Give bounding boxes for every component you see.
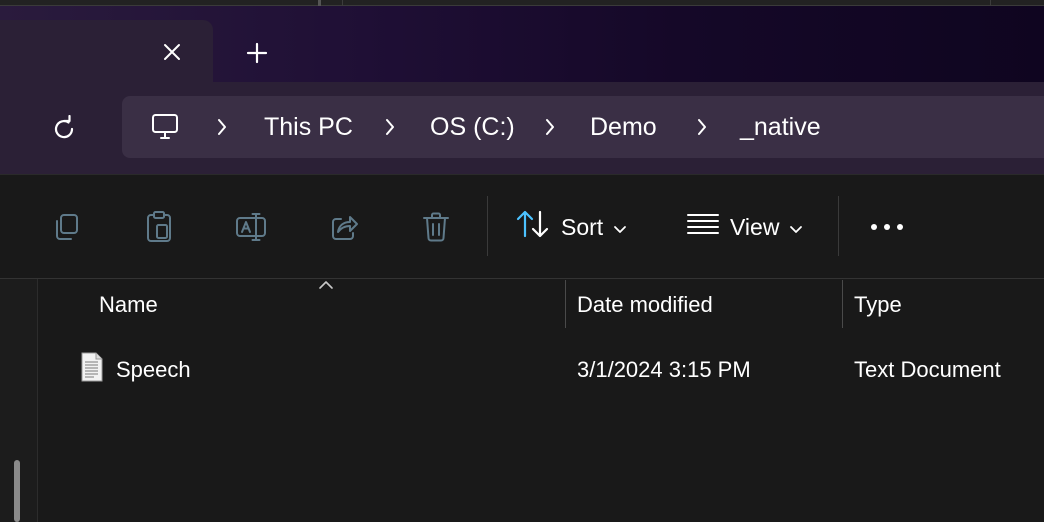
background-window-line xyxy=(342,0,343,6)
sort-icon xyxy=(515,208,551,246)
close-icon[interactable] xyxy=(156,36,188,68)
delete-icon[interactable] xyxy=(416,206,456,248)
address-bar[interactable]: This PC OS (C:) Demo _native xyxy=(122,96,1044,158)
refresh-icon[interactable] xyxy=(44,109,84,149)
view-button[interactable]: View xyxy=(686,206,803,248)
sort-button[interactable]: Sort xyxy=(515,206,627,248)
background-window-edge-top xyxy=(0,0,1044,6)
toolbar-divider xyxy=(487,196,488,256)
column-separator[interactable] xyxy=(842,280,843,328)
file-date-modified: 3/1/2024 3:15 PM xyxy=(577,357,751,382)
column-header-date-modified[interactable]: Date modified xyxy=(577,288,713,322)
file-name[interactable]: Speech xyxy=(116,352,191,388)
view-label: View xyxy=(730,214,780,240)
breadcrumb-demo[interactable]: Demo xyxy=(590,110,657,144)
background-window-line xyxy=(318,0,321,6)
more-icon[interactable] xyxy=(866,206,908,248)
plus-icon[interactable] xyxy=(240,36,274,70)
chevron-down-icon xyxy=(789,214,803,241)
column-separator[interactable] xyxy=(565,280,566,328)
breadcrumb-os-c[interactable]: OS (C:) xyxy=(430,110,515,144)
chevron-down-icon xyxy=(613,214,627,241)
rename-icon[interactable] xyxy=(231,206,271,248)
text-document-icon xyxy=(80,352,106,382)
file-type: Text Document xyxy=(854,357,1001,382)
navigation-scrollbar[interactable] xyxy=(14,460,20,522)
chevron-right-icon[interactable] xyxy=(210,115,234,139)
column-header-type[interactable]: Type xyxy=(854,288,902,322)
list-view-icon xyxy=(686,211,720,243)
column-header-name[interactable]: Name xyxy=(99,288,158,322)
copy-icon[interactable] xyxy=(46,206,86,248)
sort-label: Sort xyxy=(561,214,604,240)
computer-icon[interactable] xyxy=(148,110,182,144)
background-window-line xyxy=(990,0,991,6)
chevron-right-icon[interactable] xyxy=(538,115,562,139)
share-icon[interactable] xyxy=(324,206,364,248)
paste-icon[interactable] xyxy=(139,206,179,248)
toolbar-divider xyxy=(838,196,839,256)
breadcrumb-native[interactable]: _native xyxy=(740,110,821,144)
breadcrumb-this-pc[interactable]: This PC xyxy=(264,110,353,144)
chevron-right-icon[interactable] xyxy=(378,115,402,139)
chevron-right-icon[interactable] xyxy=(690,115,714,139)
sort-ascending-icon xyxy=(316,279,336,291)
